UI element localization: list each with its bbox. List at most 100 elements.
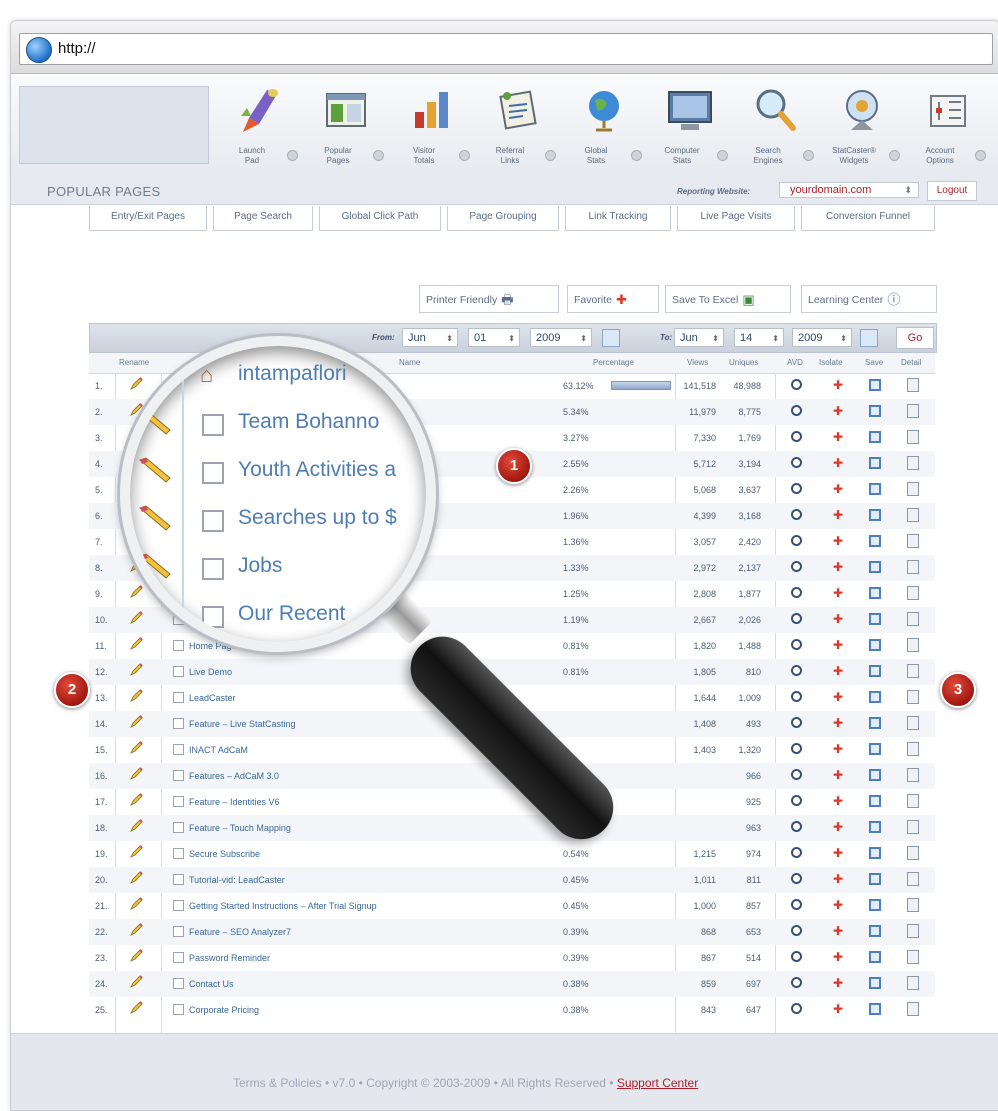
pushpin-icon[interactable]: ✚ bbox=[833, 534, 843, 548]
save-icon[interactable] bbox=[869, 1003, 881, 1015]
col-avd[interactable]: AVD bbox=[787, 358, 803, 367]
detail-icon[interactable] bbox=[907, 846, 919, 860]
from-month-select[interactable]: Jun ⬍ bbox=[402, 328, 458, 347]
printer-friendly-button[interactable]: Printer Friendly 🖶 bbox=[419, 285, 559, 313]
clock-icon[interactable] bbox=[791, 873, 802, 884]
from-day-select[interactable]: 01 ⬍ bbox=[468, 328, 520, 347]
row-checkbox[interactable] bbox=[173, 822, 184, 833]
page-name-link[interactable]: Password Reminder bbox=[189, 953, 270, 963]
page-name-link[interactable]: Feature – Live StatCasting bbox=[189, 719, 296, 729]
save-icon[interactable] bbox=[869, 379, 881, 391]
favorite-button[interactable]: Favorite ✚ bbox=[567, 285, 659, 313]
save-icon[interactable] bbox=[869, 587, 881, 599]
save-icon[interactable] bbox=[869, 847, 881, 859]
learning-center-button[interactable]: Learning Center ⓘ bbox=[801, 285, 937, 313]
row-checkbox[interactable] bbox=[173, 848, 184, 859]
page-name-link[interactable]: Features – AdCaM 3.0 bbox=[189, 771, 279, 781]
col-save[interactable]: Save bbox=[865, 358, 883, 367]
page-name-link[interactable]: Contact Us bbox=[189, 979, 234, 989]
clock-icon[interactable] bbox=[791, 951, 802, 962]
pushpin-icon[interactable]: ✚ bbox=[833, 742, 843, 756]
nav-referral-links[interactable]: Referral Links bbox=[477, 80, 557, 176]
pencil-icon[interactable] bbox=[129, 663, 143, 677]
pushpin-icon[interactable]: ✚ bbox=[833, 846, 843, 860]
page-name-link[interactable]: INACT AdCaM bbox=[189, 745, 248, 755]
save-icon[interactable] bbox=[869, 431, 881, 443]
detail-icon[interactable] bbox=[907, 664, 919, 678]
clock-icon[interactable] bbox=[791, 691, 802, 702]
radio-icon[interactable] bbox=[889, 150, 900, 161]
radio-icon[interactable] bbox=[459, 150, 470, 161]
save-icon[interactable] bbox=[869, 951, 881, 963]
radio-icon[interactable] bbox=[975, 150, 986, 161]
pushpin-icon[interactable]: ✚ bbox=[833, 456, 843, 470]
col-isolate[interactable]: Isolate bbox=[819, 358, 843, 367]
row-checkbox[interactable] bbox=[173, 874, 184, 885]
detail-icon[interactable] bbox=[907, 742, 919, 756]
detail-icon[interactable] bbox=[907, 534, 919, 548]
pushpin-icon[interactable]: ✚ bbox=[833, 872, 843, 886]
detail-icon[interactable] bbox=[907, 638, 919, 652]
nav-launch-pad[interactable]: Launch Pad bbox=[219, 80, 299, 176]
address-bar[interactable]: http:// bbox=[19, 33, 993, 65]
clock-icon[interactable] bbox=[791, 821, 802, 832]
calendar-icon[interactable] bbox=[602, 329, 620, 347]
row-checkbox[interactable] bbox=[173, 978, 184, 989]
pushpin-icon[interactable]: ✚ bbox=[833, 768, 843, 782]
page-name-link[interactable]: Feature – SEO Analyzer7 bbox=[189, 927, 291, 937]
nav-computer-stats[interactable]: Computer Stats bbox=[649, 80, 729, 176]
pencil-icon[interactable] bbox=[129, 793, 143, 807]
tab-conversion-funnel[interactable]: Conversion Funnel bbox=[801, 206, 935, 231]
tab-page-grouping[interactable]: Page Grouping bbox=[447, 206, 559, 231]
save-icon[interactable] bbox=[869, 691, 881, 703]
from-year-select[interactable]: 2009 ⬍ bbox=[530, 328, 592, 347]
page-name-link[interactable]: Feature – Touch Mapping bbox=[189, 823, 291, 833]
row-checkbox[interactable] bbox=[173, 952, 184, 963]
col-percentage[interactable]: Percentage bbox=[593, 358, 634, 367]
pushpin-icon[interactable]: ✚ bbox=[833, 560, 843, 574]
pushpin-icon[interactable]: ✚ bbox=[833, 1002, 843, 1016]
page-name-link[interactable]: Feature – Identities V6 bbox=[189, 797, 280, 807]
pencil-icon[interactable] bbox=[129, 819, 143, 833]
clock-icon[interactable] bbox=[791, 847, 802, 858]
page-name-link[interactable]: Live Demo bbox=[189, 667, 232, 677]
row-checkbox[interactable] bbox=[173, 796, 184, 807]
pushpin-icon[interactable]: ✚ bbox=[833, 794, 843, 808]
row-checkbox[interactable] bbox=[173, 900, 184, 911]
clock-icon[interactable] bbox=[791, 665, 802, 676]
tab-link-tracking[interactable]: Link Tracking bbox=[565, 206, 671, 231]
pushpin-icon[interactable]: ✚ bbox=[833, 664, 843, 678]
save-icon[interactable] bbox=[869, 717, 881, 729]
pushpin-icon[interactable]: ✚ bbox=[833, 976, 843, 990]
save-icon[interactable] bbox=[869, 743, 881, 755]
nav-search-engines[interactable]: Search Engines bbox=[735, 80, 815, 176]
clock-icon[interactable] bbox=[791, 457, 802, 468]
detail-icon[interactable] bbox=[907, 716, 919, 730]
page-name-link[interactable]: Tutorial-vid: LeadCaster bbox=[189, 875, 285, 885]
pushpin-icon[interactable]: ✚ bbox=[833, 508, 843, 522]
col-detail[interactable]: Detail bbox=[901, 358, 921, 367]
pencil-icon[interactable] bbox=[129, 741, 143, 755]
pushpin-icon[interactable]: ✚ bbox=[833, 612, 843, 626]
save-icon[interactable] bbox=[869, 405, 881, 417]
save-icon[interactable] bbox=[869, 899, 881, 911]
detail-icon[interactable] bbox=[907, 586, 919, 600]
detail-icon[interactable] bbox=[907, 924, 919, 938]
pushpin-icon[interactable]: ✚ bbox=[833, 378, 843, 392]
calendar-icon[interactable] bbox=[860, 329, 878, 347]
nav-statcaster-widgets[interactable]: StatCaster® Widgets bbox=[821, 80, 901, 176]
pushpin-icon[interactable]: ✚ bbox=[833, 638, 843, 652]
nav-account-options[interactable]: Account Options bbox=[907, 80, 987, 176]
clock-icon[interactable] bbox=[791, 717, 802, 728]
pushpin-icon[interactable]: ✚ bbox=[833, 430, 843, 444]
radio-icon[interactable] bbox=[717, 150, 728, 161]
clock-icon[interactable] bbox=[791, 561, 802, 572]
save-icon[interactable] bbox=[869, 665, 881, 677]
detail-icon[interactable] bbox=[907, 1002, 919, 1016]
logout-button[interactable]: Logout bbox=[927, 181, 977, 201]
radio-icon[interactable] bbox=[803, 150, 814, 161]
to-month-select[interactable]: Jun ⬍ bbox=[674, 328, 724, 347]
detail-icon[interactable] bbox=[907, 898, 919, 912]
page-name-link[interactable]: Getting Started Instructions – After Tri… bbox=[189, 901, 377, 911]
row-checkbox[interactable] bbox=[173, 744, 184, 755]
